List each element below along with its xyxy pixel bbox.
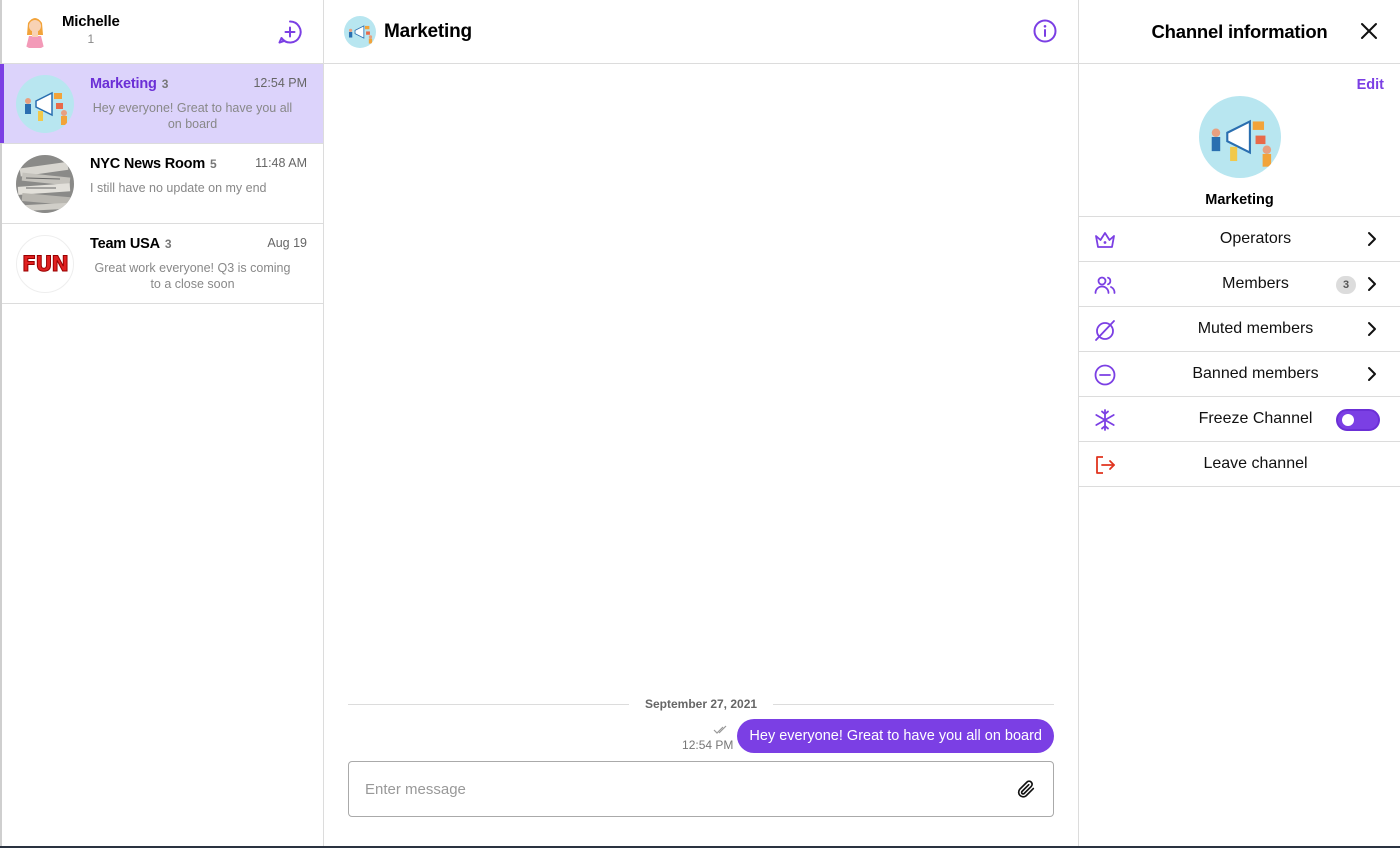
channel-info-menu: Operators Members 3 Muted members Banned… <box>1079 216 1400 487</box>
members-count-badge: 3 <box>1336 276 1356 294</box>
channel-member-count: 5 <box>210 157 217 171</box>
channel-last-time: 12:54 PM <box>253 76 307 90</box>
channel-info-name: Marketing <box>1205 192 1274 208</box>
read-receipt-icon <box>713 725 727 734</box>
channel-info-header: Channel information <box>1079 0 1400 64</box>
channel-item-team-usa[interactable]: FUN Team USA 3 Aug 19 Great work everyon… <box>2 224 323 304</box>
message-time: 12:54 PM <box>682 738 734 752</box>
edit-button[interactable]: Edit <box>1357 77 1384 93</box>
channel-avatar: FUN <box>16 235 74 293</box>
chevron-right-icon <box>1368 232 1376 246</box>
message-row: 12:54 PM Hey everyone! Great to have you… <box>682 719 1054 753</box>
channel-list-panel: Michelle 1 Marketing 3 12:54 PM Hey ever… <box>0 0 324 846</box>
close-icon[interactable] <box>1358 20 1380 42</box>
channel-last-message: I still have no update on my end <box>90 181 267 195</box>
menu-label: Leave channel <box>1203 455 1308 472</box>
menu-item-banned-members[interactable]: Banned members <box>1079 352 1400 397</box>
channel-last-message: Great work everyone! Q3 is coming to a c… <box>94 261 291 291</box>
menu-label: Muted members <box>1197 320 1314 337</box>
menu-item-members[interactable]: Members 3 <box>1079 262 1400 307</box>
menu-item-leave-channel[interactable]: Leave channel <box>1079 442 1400 487</box>
menu-item-muted-members[interactable]: Muted members <box>1079 307 1400 352</box>
user-subtitle: 1 <box>87 32 95 46</box>
menu-label: Banned members <box>1192 365 1319 382</box>
channel-name: NYC News Room <box>90 156 206 172</box>
user-avatar[interactable] <box>18 14 52 49</box>
channel-info-panel: Channel information Edit Marketing Opera… <box>1079 0 1400 846</box>
user-name: Michelle <box>62 13 120 30</box>
chevron-right-icon <box>1368 322 1376 336</box>
info-icon[interactable] <box>1032 18 1058 44</box>
fun-logo: FUN <box>22 252 70 277</box>
message-input[interactable] <box>365 780 1015 798</box>
channel-item-nyc-news-room[interactable]: NYC News Room 5 11:48 AM I still have no… <box>2 144 323 224</box>
channel-info-title: Channel information <box>1151 21 1328 42</box>
menu-label: Operators <box>1219 230 1292 247</box>
chevron-right-icon <box>1368 367 1376 381</box>
channel-member-count: 3 <box>164 237 172 251</box>
channel-avatar <box>16 75 74 133</box>
user-header: Michelle 1 <box>2 0 323 64</box>
freeze-channel-toggle[interactable] <box>1336 409 1380 431</box>
channel-last-time: 11:48 AM <box>255 156 307 170</box>
message-bubble[interactable]: Hey everyone! Great to have you all on b… <box>737 719 1054 753</box>
menu-item-operators[interactable]: Operators <box>1079 217 1400 262</box>
new-chat-icon[interactable] <box>277 19 303 45</box>
channel-member-count: 3 <box>161 77 169 91</box>
attach-icon[interactable] <box>1015 778 1037 800</box>
channel-name: Marketing <box>90 76 157 92</box>
menu-item-freeze-channel: Freeze Channel <box>1079 397 1400 442</box>
conversation-title: Marketing <box>384 20 472 42</box>
conversation-header: Marketing <box>324 0 1078 64</box>
conversation-avatar <box>344 15 376 48</box>
channel-item-marketing[interactable]: Marketing 3 12:54 PM Hey everyone! Great… <box>0 64 323 144</box>
app-window: Michelle 1 Marketing 3 12:54 PM Hey ever… <box>0 0 1400 846</box>
channel-info-avatar <box>1199 96 1281 178</box>
channel-last-message: Hey everyone! Great to have you all on b… <box>92 101 293 131</box>
date-separator: September 27, 2021 <box>348 697 1055 711</box>
chevron-right-icon <box>1368 277 1376 291</box>
date-separator-label: September 27, 2021 <box>644 697 758 711</box>
channel-last-time: Aug 19 <box>267 236 307 250</box>
channel-avatar <box>16 155 74 213</box>
channel-name: Team USA <box>90 236 160 252</box>
conversation-panel: Marketing September 27, 2021 12:54 PM He… <box>324 0 1079 846</box>
message-composer <box>348 761 1054 817</box>
